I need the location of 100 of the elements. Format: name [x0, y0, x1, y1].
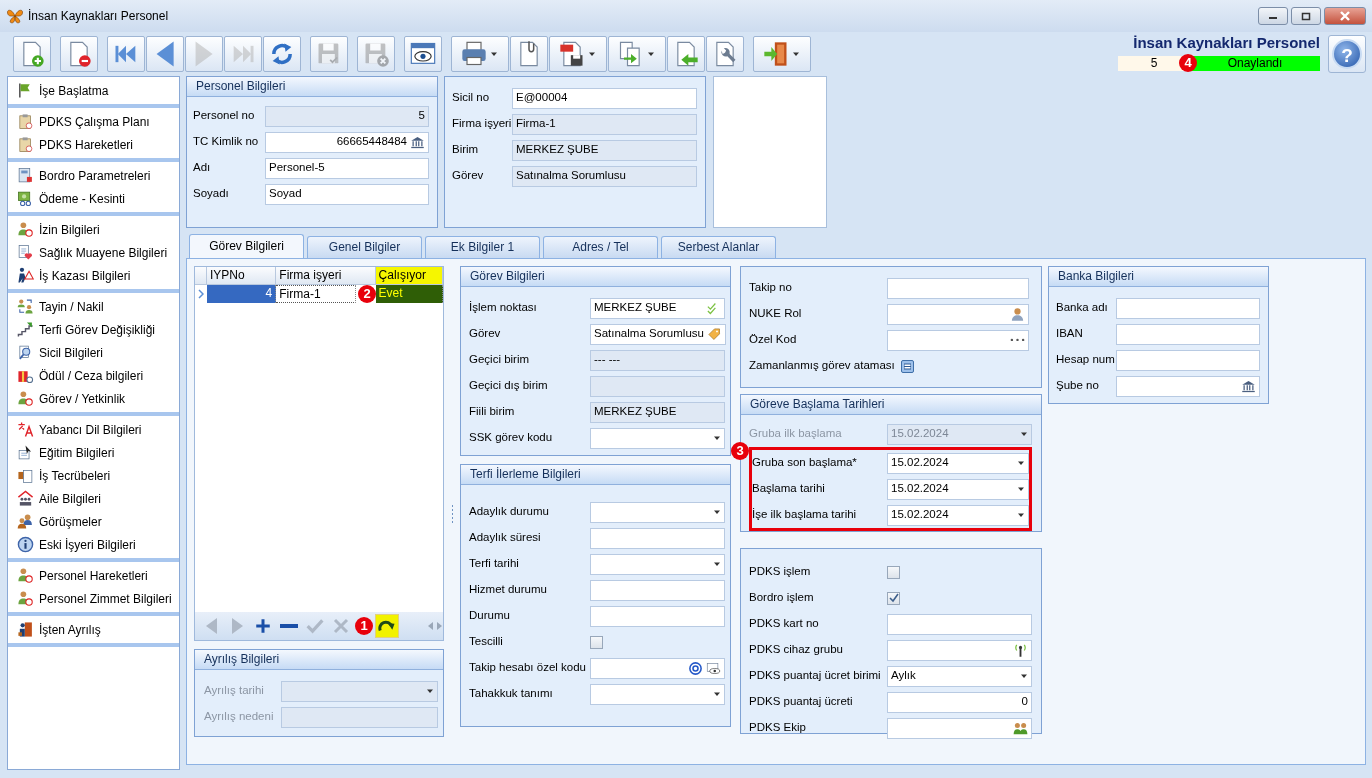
text-field[interactable]	[590, 605, 725, 627]
tab[interactable]: Serbest Alanlar	[661, 236, 776, 258]
sidebar-item[interactable]: Yabancı Dil Bilgileri	[8, 418, 179, 441]
tab[interactable]: Adres / Tel	[543, 236, 658, 258]
sidebar-item[interactable]: Bordro Parametreleri	[8, 164, 179, 187]
sidebar-item[interactable]: Ödül / Ceza bilgileri	[8, 364, 179, 387]
text-field[interactable]	[590, 527, 725, 549]
dropdown-field[interactable]	[590, 427, 725, 449]
refresh-button[interactable]	[263, 35, 301, 72]
ellipsis-icon[interactable]	[1010, 338, 1025, 342]
tools-button[interactable]	[706, 35, 744, 72]
text-field[interactable]	[887, 639, 1032, 661]
text-field[interactable]: MERKEZ ŞUBE	[590, 401, 725, 423]
text-field[interactable]: Personel-5	[265, 157, 429, 179]
checkbox[interactable]	[887, 565, 900, 579]
attach-button[interactable]	[510, 35, 548, 72]
sidebar-item[interactable]: Görüşmeler	[8, 510, 179, 533]
text-field[interactable]	[887, 277, 1029, 299]
text-field[interactable]: Firma-1	[512, 113, 697, 135]
bank-icon[interactable]	[410, 134, 425, 150]
caret-icon[interactable]	[713, 560, 721, 568]
text-field[interactable]	[887, 717, 1032, 739]
column-header[interactable]: Çalışıyor	[375, 267, 443, 284]
tag-icon[interactable]	[706, 326, 722, 342]
sidebar-item[interactable]: Görev / Yetkinlik	[8, 387, 179, 410]
dropdown-field[interactable]: Aylık	[887, 665, 1032, 687]
caret-icon[interactable]	[713, 690, 721, 698]
tab[interactable]: Ek Bilgiler 1	[425, 236, 540, 258]
text-field[interactable]: Soyad	[265, 183, 429, 205]
edit-button[interactable]	[900, 359, 914, 373]
person-icon[interactable]	[1010, 306, 1025, 322]
minimize-button[interactable]	[1258, 7, 1288, 25]
number-field[interactable]: 5	[265, 105, 429, 127]
sidebar-item[interactable]: İş Tecrübeleri	[8, 464, 179, 487]
sidebar-item[interactable]: Ödeme - Kesinti	[8, 187, 179, 210]
text-field[interactable]: Satınalma Sorumlusu	[590, 323, 726, 345]
caret-icon[interactable]	[1020, 672, 1028, 680]
at-sign-icon[interactable]	[688, 660, 703, 676]
dropdown-field[interactable]: 15.02.2024	[887, 504, 1029, 526]
checkbox[interactable]	[590, 635, 603, 649]
import-button[interactable]	[667, 35, 705, 72]
navigator-button[interactable]	[375, 614, 399, 638]
number-field[interactable]: 66665448484	[265, 131, 429, 153]
checkbox[interactable]	[887, 591, 900, 605]
dropdown-field[interactable]: 15.02.2024	[887, 478, 1029, 500]
table-cell[interactable]: 4	[206, 285, 277, 303]
sidebar-item[interactable]: İzin Bilgileri	[8, 218, 179, 241]
sidebar-item[interactable]: Eski İşyeri Bilgileri	[8, 533, 179, 556]
text-field[interactable]	[887, 613, 1032, 635]
close-button[interactable]	[1324, 7, 1366, 25]
sidebar-item[interactable]: İşten Ayrılış	[8, 618, 179, 641]
text-field[interactable]	[1116, 323, 1260, 345]
text-field[interactable]	[1116, 349, 1260, 371]
splitter-handle[interactable]	[450, 505, 454, 525]
text-field[interactable]	[590, 375, 725, 397]
previous-button[interactable]	[146, 35, 184, 72]
text-field[interactable]: Satınalma Sorumlusu	[512, 165, 697, 187]
text-field[interactable]	[887, 329, 1029, 351]
delete-button[interactable]	[60, 35, 98, 72]
text-field[interactable]: MERKEZ ŞUBE	[590, 297, 725, 319]
dropdown-field[interactable]	[590, 553, 725, 575]
table-cell[interactable]: Firma-1	[276, 285, 356, 303]
caret-icon[interactable]	[713, 508, 721, 516]
text-field[interactable]: MERKEZ ŞUBE	[512, 139, 697, 161]
exit-button[interactable]	[753, 35, 811, 72]
sidebar-item[interactable]: Eğitim Bilgileri	[8, 441, 179, 464]
sidebar-item[interactable]: PDKS Hareketleri	[8, 133, 179, 156]
dropdown-field[interactable]: 15.02.2024	[887, 452, 1029, 474]
number-field[interactable]: 0	[887, 691, 1032, 713]
bank-icon[interactable]	[1241, 378, 1256, 394]
sidebar-item[interactable]: Sağlık Muayene Bilgileri	[8, 241, 179, 264]
print-button[interactable]	[451, 35, 509, 72]
sidebar-item[interactable]: Personel Zimmet Bilgileri	[8, 587, 179, 610]
sidebar-item[interactable]: Personel Hareketleri	[8, 564, 179, 587]
text-field[interactable]	[1116, 375, 1260, 397]
tab[interactable]: Görev Bilgileri	[189, 234, 304, 258]
caret-icon[interactable]	[1017, 459, 1025, 467]
sidebar-item[interactable]: PDKS Çalışma Planı	[8, 110, 179, 133]
sidebar-item[interactable]: İş Kazası Bilgileri	[8, 264, 179, 287]
sidebar-item[interactable]: Sicil Bilgileri	[8, 341, 179, 364]
sidebar-item[interactable]: İşe Başlatma	[8, 79, 179, 102]
new-button[interactable]	[13, 35, 51, 72]
people-icon[interactable]	[1013, 720, 1028, 736]
eye-icon[interactable]	[706, 660, 721, 676]
sidebar-item[interactable]: Terfi Görev Değişikliği	[8, 318, 179, 341]
caret-icon[interactable]	[713, 434, 721, 442]
text-field[interactable]	[590, 579, 725, 601]
column-header[interactable]: IYPNo	[206, 267, 277, 284]
text-field[interactable]: E@00004	[512, 87, 697, 109]
scroll-arrows-icon[interactable]	[427, 621, 443, 631]
first-record-button[interactable]	[107, 35, 145, 72]
dropdown-field[interactable]	[590, 501, 725, 523]
pdf-export-button[interactable]	[549, 35, 607, 72]
column-header[interactable]: Firma işyeri	[276, 267, 376, 284]
text-field[interactable]	[590, 657, 725, 679]
table-cell[interactable]: Evet	[375, 285, 443, 303]
text-field[interactable]	[1116, 297, 1260, 319]
sidebar-item[interactable]: Tayin / Nakil	[8, 295, 179, 318]
antenna-icon[interactable]	[1013, 642, 1028, 658]
tab[interactable]: Genel Bilgiler	[307, 236, 422, 258]
